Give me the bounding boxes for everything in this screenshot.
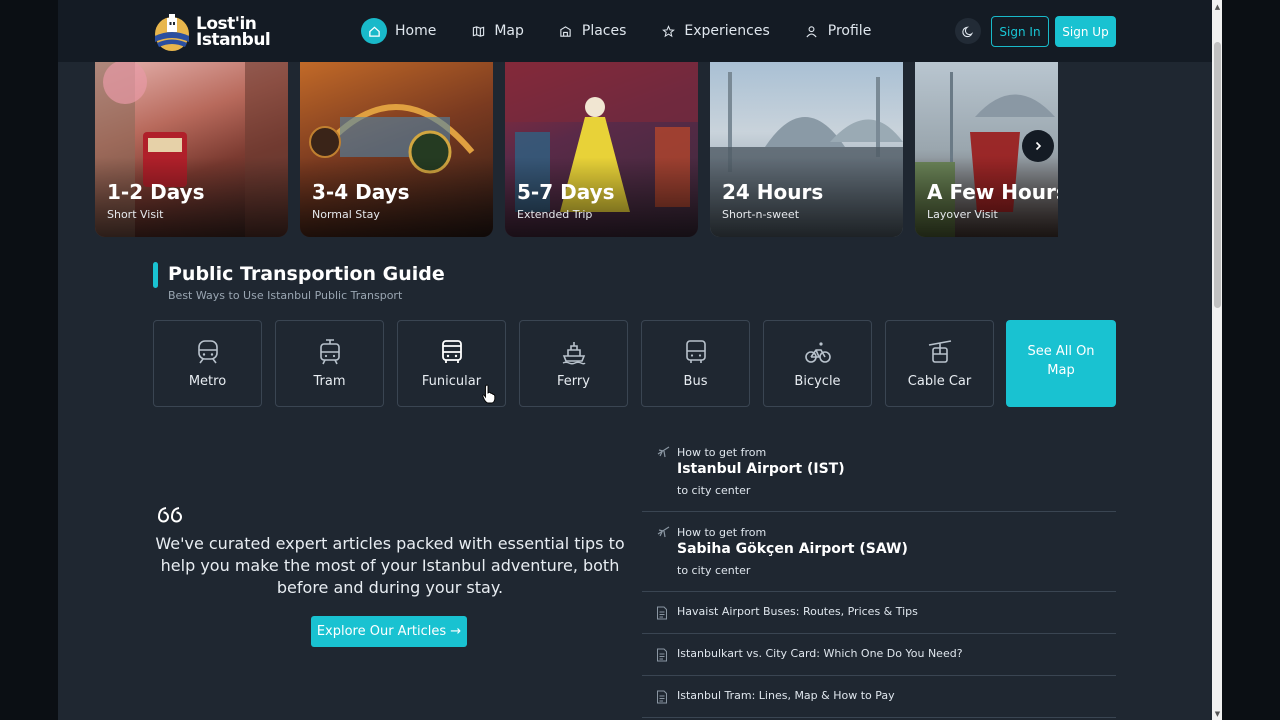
- trip-card[interactable]: 5-7 Days Extended Trip: [505, 62, 698, 237]
- article-title: Sabiha Gökçen Airport (SAW): [677, 541, 908, 557]
- transport-label: Cable Car: [907, 374, 972, 389]
- document-icon: [657, 606, 667, 620]
- transport-label: Bicycle: [794, 374, 841, 389]
- metro-icon: [197, 340, 218, 364]
- nav-profile[interactable]: Profile: [804, 18, 872, 44]
- transport-label: Bus: [683, 374, 708, 389]
- scroll-down-arrow[interactable]: ▼: [1213, 709, 1222, 719]
- transport-tram[interactable]: Tram: [275, 320, 384, 407]
- theme-toggle-button[interactable]: [955, 18, 981, 44]
- article-title: Havaist Airport Buses: Routes, Prices & …: [677, 605, 918, 618]
- nav-places-label: Places: [581, 23, 627, 39]
- card-subtitle: Extended Trip: [517, 208, 593, 221]
- ferry-icon: [562, 342, 586, 365]
- star-icon: [660, 23, 676, 39]
- card-subtitle: Layover Visit: [927, 208, 998, 221]
- trip-card[interactable]: 3-4 Days Normal Stay: [300, 62, 493, 237]
- right-margin: [1222, 0, 1280, 720]
- transport-bicycle[interactable]: Bicycle: [763, 320, 872, 407]
- article-pre: How to get from: [677, 526, 767, 539]
- plane-icon: [657, 446, 670, 458]
- scrollbar-thumb[interactable]: [1214, 42, 1221, 308]
- nav-home[interactable]: Home: [361, 18, 436, 44]
- moon-icon: [961, 26, 973, 37]
- article-item[interactable]: Istanbulkart vs. City Card: Which One Do…: [642, 634, 1116, 676]
- nav-home-label: Home: [395, 23, 437, 39]
- card-title: A Few Hours: [927, 180, 1058, 204]
- card-title: 5-7 Days: [517, 180, 615, 204]
- logo-line-2: Istanbul: [196, 30, 271, 50]
- bicycle-icon: [804, 342, 831, 363]
- sign-up-button[interactable]: Sign Up: [1055, 16, 1116, 47]
- article-post: to city center: [677, 484, 751, 497]
- sign-in-button[interactable]: Sign In: [991, 16, 1049, 47]
- transport-label: Tram: [313, 374, 346, 389]
- logo-wordmark: Lost'in Istanbul: [196, 16, 271, 50]
- article-pre: How to get from: [677, 446, 767, 459]
- nav-experiences-label: Experiences: [684, 23, 770, 39]
- nav-map-label: Map: [494, 23, 524, 39]
- card-subtitle: Short Visit: [107, 208, 164, 221]
- logo-emblem-icon: [155, 14, 189, 51]
- trip-card[interactable]: 1-2 Days Short Visit: [95, 62, 288, 237]
- article-item[interactable]: Istanbul Tram: Lines, Map & How to Pay: [642, 676, 1116, 718]
- nav-experiences[interactable]: Experiences: [660, 18, 770, 44]
- hand-cursor-icon: [482, 384, 496, 404]
- quote-text: We've curated expert articles packed wit…: [155, 534, 625, 597]
- transport-bus[interactable]: Bus: [641, 320, 750, 407]
- transport-label: Ferry: [557, 374, 590, 389]
- site-logo[interactable]: Lost'in Istanbul: [153, 10, 278, 54]
- transport-cable-car[interactable]: Cable Car: [885, 320, 994, 407]
- explore-articles-button[interactable]: Explore Our Articles →: [311, 616, 467, 647]
- nav-map[interactable]: Map: [470, 18, 524, 44]
- section-accent-bar: [153, 262, 158, 288]
- article-post: to city center: [677, 564, 751, 577]
- article-featured[interactable]: How to get from Sabiha Gökçen Airport (S…: [642, 512, 1116, 592]
- card-title: 3-4 Days: [312, 180, 410, 204]
- see-all-on-map-button[interactable]: See All On Map: [1006, 320, 1116, 407]
- card-title: 1-2 Days: [107, 180, 205, 204]
- chevron-right-icon: [1035, 141, 1042, 151]
- map-icon: [470, 23, 486, 39]
- article-title: Istanbulkart vs. City Card: Which One Do…: [677, 647, 963, 660]
- user-icon: [804, 23, 820, 39]
- trip-carousel: 1-2 Days Short Visit 3-4 Days Normal Sta…: [95, 62, 1058, 238]
- quote-icon: [158, 507, 182, 523]
- funicular-icon: [441, 340, 462, 363]
- document-icon: [657, 648, 667, 662]
- transport-label: Metro: [188, 374, 227, 389]
- card-subtitle: Short-n-sweet: [722, 208, 800, 221]
- bus-icon: [685, 340, 706, 363]
- section-title: Public Transportion Guide: [168, 263, 445, 285]
- card-title: 24 Hours: [722, 180, 824, 204]
- tram-icon: [319, 339, 340, 365]
- section-subtitle: Best Ways to Use Istanbul Public Transpo…: [168, 289, 403, 302]
- transport-ferry[interactable]: Ferry: [519, 320, 628, 407]
- places-icon: [558, 23, 574, 39]
- document-icon: [657, 690, 667, 704]
- site-header: Lost'in Istanbul Home Map Places Experie…: [58, 0, 1212, 62]
- article-featured[interactable]: How to get from Istanbul Airport (IST) t…: [642, 432, 1116, 512]
- cable-car-icon: [928, 340, 951, 363]
- left-margin: [0, 0, 58, 720]
- article-title: Istanbul Airport (IST): [677, 461, 845, 477]
- trip-card[interactable]: 24 Hours Short-n-sweet: [710, 62, 903, 237]
- nav-profile-label: Profile: [827, 23, 872, 39]
- main-nav: Home Map Places Experiences Profile: [361, 18, 905, 44]
- card-subtitle: Normal Stay: [312, 208, 380, 221]
- article-item[interactable]: Havaist Airport Buses: Routes, Prices & …: [642, 592, 1116, 634]
- home-icon: [361, 18, 387, 44]
- transport-label: Funicular: [421, 374, 482, 389]
- article-title: Istanbul Tram: Lines, Map & How to Pay: [677, 689, 895, 702]
- carousel-next-button[interactable]: [1022, 130, 1054, 162]
- plane-icon: [657, 526, 670, 538]
- nav-places[interactable]: Places: [558, 18, 627, 44]
- scroll-up-arrow[interactable]: ▲: [1213, 2, 1222, 12]
- transport-metro[interactable]: Metro: [153, 320, 262, 407]
